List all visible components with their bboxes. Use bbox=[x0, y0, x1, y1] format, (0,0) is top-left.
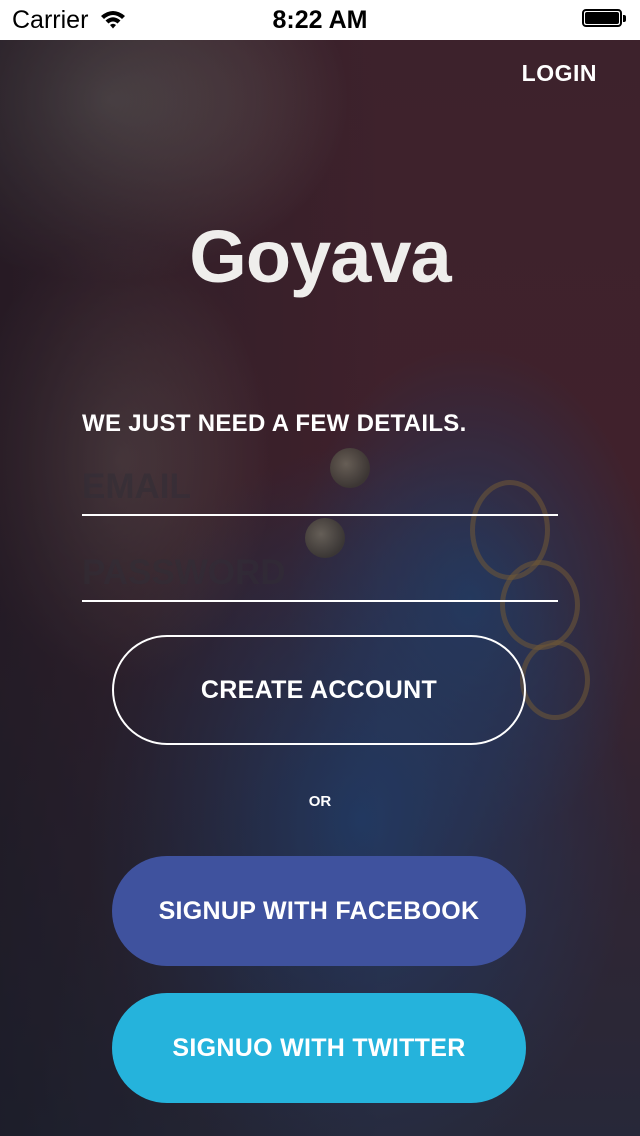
app-logo: Goyava bbox=[189, 215, 451, 298]
login-link[interactable]: LOGIN bbox=[522, 60, 597, 87]
facebook-signup-button[interactable]: SIGNUP WITH FACEBOOK bbox=[112, 856, 526, 966]
status-time: 8:22 AM bbox=[272, 6, 368, 34]
password-field[interactable] bbox=[82, 546, 558, 602]
signup-screen: Carrier 8:22 AM LOGIN Goyava WE JUST NEE… bbox=[0, 0, 640, 1136]
battery-icon bbox=[582, 9, 628, 29]
facebook-signup-label: SIGNUP WITH FACEBOOK bbox=[158, 896, 480, 925]
twitter-signup-label: SIGNUO WITH TWITTER bbox=[172, 1033, 466, 1062]
status-bar: Carrier 8:22 AM bbox=[0, 0, 640, 40]
or-divider-label: OR bbox=[308, 793, 332, 810]
create-account-button[interactable]: CREATE ACCOUNT bbox=[112, 635, 526, 745]
email-field[interactable] bbox=[82, 460, 558, 516]
twitter-signup-button[interactable]: SIGNUO WITH TWITTER bbox=[112, 993, 526, 1103]
form-tagline: WE JUST NEED A FEW DETAILS. bbox=[82, 410, 467, 437]
create-account-label: CREATE ACCOUNT bbox=[200, 675, 438, 704]
